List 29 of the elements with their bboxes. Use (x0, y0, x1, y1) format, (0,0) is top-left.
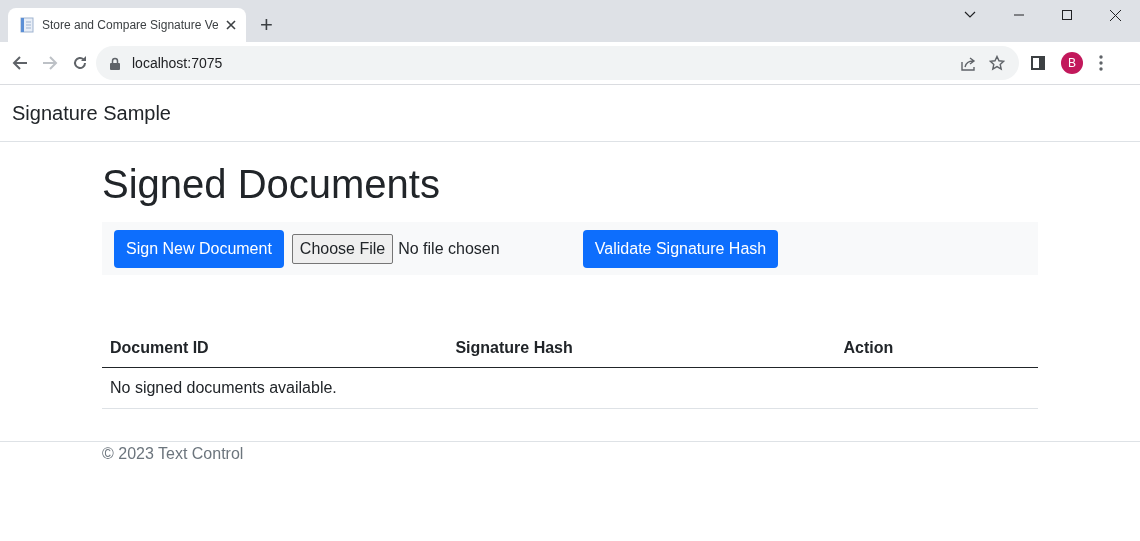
maximize-icon[interactable] (1062, 10, 1072, 20)
column-header: Action (835, 328, 1038, 368)
reload-icon[interactable] (72, 55, 88, 71)
browser-tab[interactable]: Store and Compare Signature Ve (8, 8, 246, 42)
column-header: Document ID (102, 328, 448, 368)
new-tab-button[interactable]: + (260, 14, 273, 36)
back-arrow-icon[interactable] (12, 55, 28, 71)
footer-text: © 2023 Text Control (102, 445, 244, 462)
lock-icon (110, 56, 120, 70)
chevron-down-icon[interactable] (964, 11, 976, 19)
star-icon[interactable] (989, 55, 1005, 71)
document-icon (20, 17, 34, 33)
file-status-text: No file chosen (398, 239, 500, 258)
side-panel-icon[interactable] (1031, 56, 1045, 70)
validate-signature-hash-button[interactable]: Validate Signature Hash (582, 229, 779, 268)
choose-file-button[interactable]: Choose File (291, 233, 394, 264)
address-bar[interactable]: localhost:7075 (96, 46, 1019, 80)
close-icon[interactable] (226, 20, 236, 30)
share-icon[interactable] (961, 55, 977, 71)
page-heading: Signed Documents (102, 161, 441, 208)
profile-avatar[interactable]: B (1061, 52, 1083, 74)
tab-title: Store and Compare Signature Ve (42, 18, 218, 32)
menu-icon[interactable] (1099, 55, 1103, 71)
column-header: Signature Hash (447, 328, 836, 368)
close-icon[interactable] (1110, 9, 1121, 21)
empty-table-message: No signed documents available. (102, 367, 1038, 409)
sign-new-document-button[interactable]: Sign New Document (114, 229, 284, 268)
app-brand[interactable]: Signature Sample (12, 101, 171, 125)
url-text: localhost:7075 (132, 55, 224, 71)
